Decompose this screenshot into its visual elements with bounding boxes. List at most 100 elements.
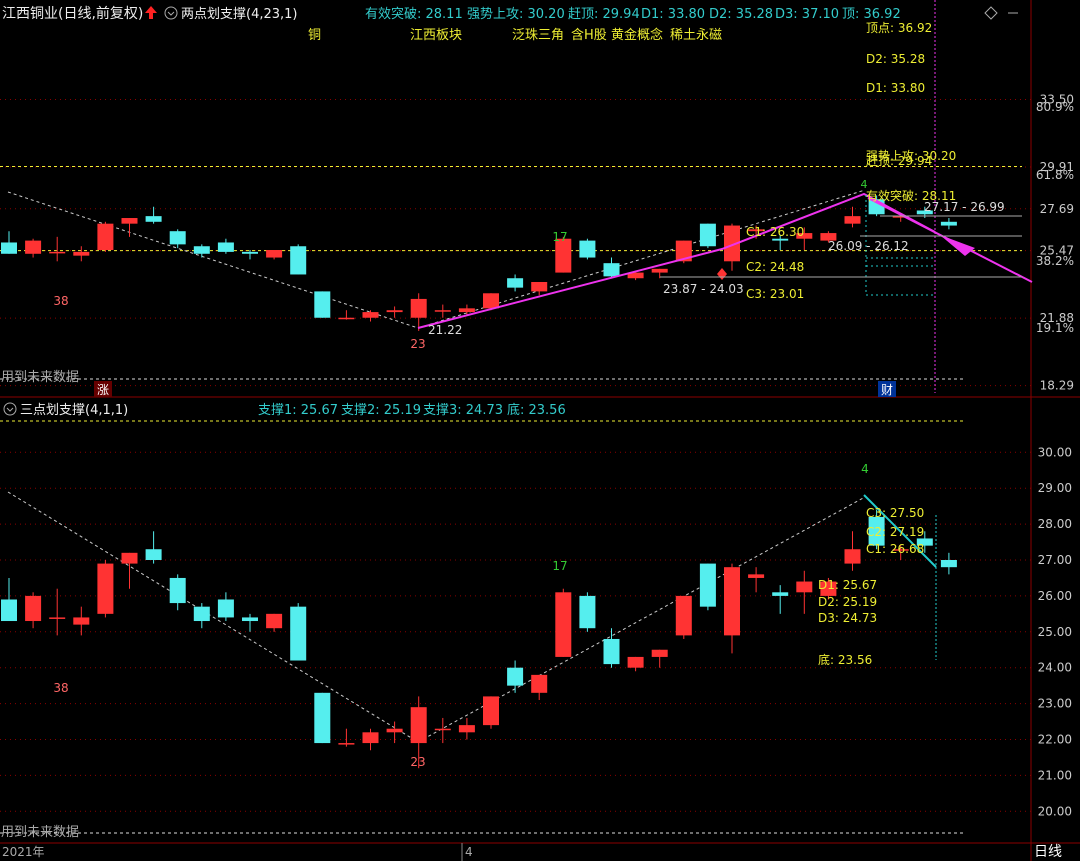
candle-body [242,251,258,254]
chart-annotation: C2: 24.48 [746,260,804,274]
magenta-arrow-icon [940,235,975,256]
indicator-value: D2: 35.28 [709,7,773,22]
candle-body [796,581,813,593]
flag-cai: 财 [881,383,893,397]
candle-body [458,308,475,313]
concept-tag: 黄金概念 [611,27,663,43]
month-label: 4 [465,845,473,859]
chart-annotation: 21.22 [428,323,462,337]
y-tick-label: 18.29 [1040,379,1074,393]
indicator-value: 支撑1: 25.67 [258,403,338,418]
chart-annotation: D2: 25.19 [818,595,877,609]
concept-tag: 泛珠三角 [512,28,564,43]
y-tick-label: 21.00 [1038,768,1072,782]
candle-body [772,592,789,596]
y-tick-label: 20.00 [1038,804,1072,818]
concept-tag: 江西板块 [410,28,462,43]
chart-annotation: 23.87 - 24.03 [663,282,744,296]
y-tick-label: 27.69 [1040,202,1074,216]
concept-tag: 铜 [308,28,321,43]
candle-body [362,312,379,318]
y-tick-label: 22.00 [1038,732,1072,746]
candle-body [410,707,427,744]
candle-body [699,223,716,247]
dropdown-icon[interactable] [164,6,178,20]
future-data-note: 用到未来数据 [1,370,79,385]
candle-body [49,251,66,254]
chart-annotation: 27.17 - 26.99 [924,200,1005,214]
dropdown-icon[interactable] [3,402,17,416]
chevron-down-icon [167,11,175,16]
y-tick-label: 28.00 [1038,517,1072,531]
candle-body [25,595,42,622]
candle-body [434,728,451,731]
chart-annotation: 17 [552,559,567,573]
diamond-icon[interactable] [984,6,998,20]
year-label: 2021年 [2,845,45,859]
chart-annotation: C1: 26.68 [866,542,924,556]
chart-annotation: 4 [861,462,869,476]
candle-body [507,278,524,288]
candle-body [579,240,596,258]
candle-body [579,595,596,629]
candle-body [386,310,403,313]
candle-body [49,617,66,619]
signal-diamond-icon [717,268,727,280]
candle-body [193,606,210,622]
chart-annotation: C2: 27.19 [866,525,924,539]
candle-body [362,732,379,744]
chart-annotation: D3: 24.73 [818,611,877,625]
candle-body [772,238,789,241]
candle-body [699,563,716,607]
candle-body [507,667,524,686]
candle-body [627,656,644,668]
candle-body [193,246,210,254]
y-tick-label: 30.00 [1038,445,1072,459]
candle-body [73,617,90,625]
candle-body [73,251,90,256]
stock-chart[interactable]: 18.2921.8825.4727.6929.9133.5019.1%38.2%… [0,0,1080,861]
y-tick-label: 25.00 [1038,625,1072,639]
indicator-value: 有效突破: 28.11 [365,6,463,22]
y-tick-label: 23.00 [1038,697,1072,711]
chart-annotation: C1: 26.30 [746,225,804,239]
chart-annotation: 26.09 - 26.12 [828,239,909,253]
chart-annotation: 38 [53,294,68,308]
candle-body [314,692,331,744]
concept-tag: 稀土永磁 [670,28,722,43]
candle-body [145,549,162,560]
candle-body [242,617,258,622]
candle-body [651,268,668,273]
candle-body [145,216,162,222]
candle-body [314,291,331,318]
candle-body [603,263,620,277]
flag-zhang: 涨 [97,382,109,397]
candle-body [483,293,499,309]
candle-body [724,567,740,636]
concept-tag: 含H股 [571,27,607,43]
indicator-value: D3: 37.10 [775,7,839,22]
candle-body [290,246,307,275]
candle-body [338,317,355,320]
candle-body [458,725,475,733]
candle-body [25,240,42,254]
candle-body [483,696,499,726]
pct-tick-label: 61.8% [1036,168,1074,182]
indicator-value: 顶: 36.92 [842,7,901,22]
chart-annotation: 23 [410,755,425,769]
indicator-name: 两点划支撑(4,23,1) [181,7,298,22]
y-tick-label: 27.00 [1038,553,1072,567]
candle-body [844,549,861,564]
candle-body [531,281,548,292]
chart-annotation: D1: 25.67 [818,578,877,592]
chart-annotation: 底: 23.56 [818,652,872,667]
candle-body [748,574,765,578]
y-tick-label: 29.00 [1038,481,1072,495]
candle-body [940,221,957,226]
indicator-value: 支撑3: 24.73 [423,403,503,418]
candle-body [121,552,138,564]
candle-body [266,250,283,258]
candle-body [675,595,692,636]
indicator-value: 强势上攻: 30.20 [467,6,565,22]
chart-annotation: C3: 23.01 [746,287,804,301]
